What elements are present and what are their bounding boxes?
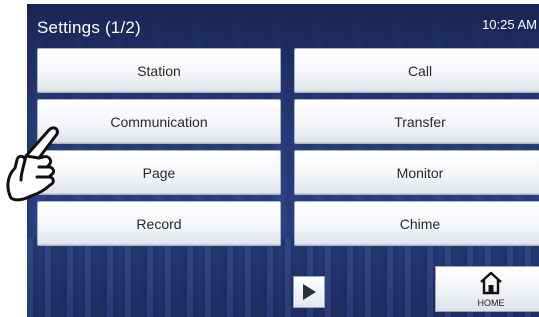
next-page-button[interactable] bbox=[293, 276, 325, 308]
home-button[interactable]: HOME bbox=[435, 266, 539, 312]
transfer-button[interactable]: Transfer bbox=[294, 99, 539, 144]
home-label: HOME bbox=[477, 298, 505, 308]
play-arrow-icon bbox=[303, 284, 316, 300]
monitor-button[interactable]: Monitor bbox=[294, 150, 539, 195]
page-button[interactable]: Page bbox=[37, 150, 281, 195]
communication-button[interactable]: Communication bbox=[37, 99, 281, 144]
home-icon bbox=[480, 271, 502, 295]
chime-button[interactable]: Chime bbox=[294, 201, 539, 246]
hand-pointer-icon bbox=[6, 126, 59, 202]
station-button[interactable]: Station bbox=[37, 48, 281, 93]
clock: 10:25 AM bbox=[482, 17, 537, 32]
call-button[interactable]: Call bbox=[294, 48, 539, 93]
record-button[interactable]: Record bbox=[37, 201, 281, 246]
settings-screen: Settings (1/2) 10:25 AM Station Call Com… bbox=[27, 4, 539, 317]
page-title: Settings (1/2) bbox=[37, 18, 141, 37]
